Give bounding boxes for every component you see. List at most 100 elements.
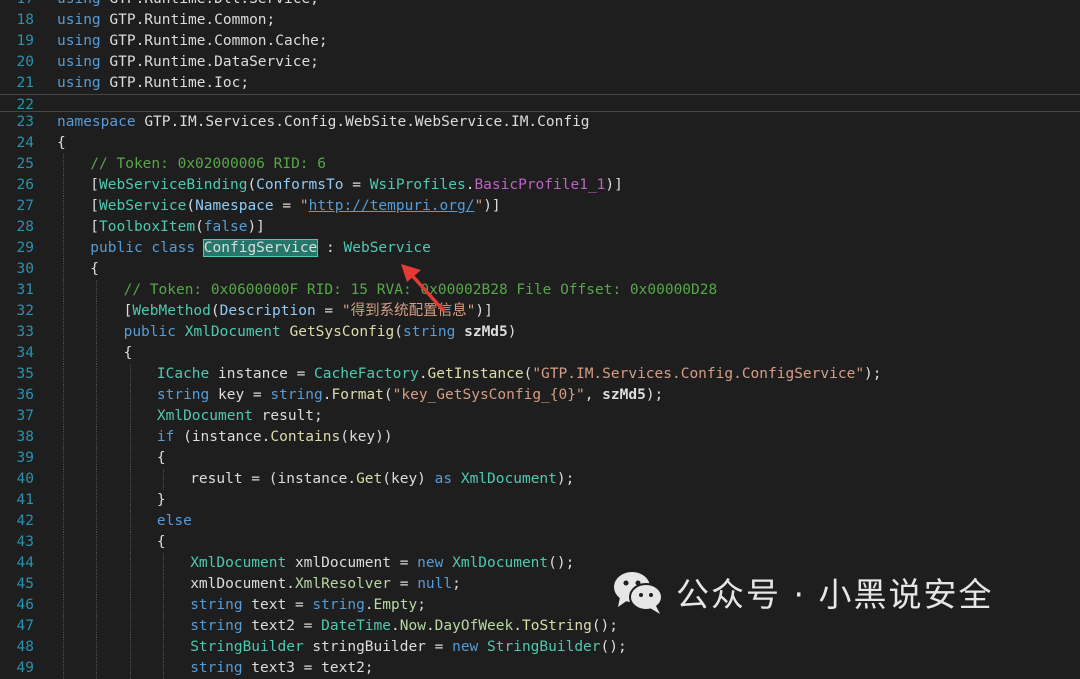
code-token: public (123, 324, 176, 340)
indent-guide (63, 490, 64, 511)
code-text: [ToolboxItem(false)] (90, 217, 265, 238)
indent-guide (129, 658, 131, 679)
code-token: GetInstance (427, 366, 524, 382)
code-line[interactable]: 48 StringBuilder stringBuilder = new Stri… (0, 637, 1080, 658)
red-arrow-icon (401, 264, 445, 312)
code-line[interactable]: 21 using GTP.Runtime.Ioc; (0, 73, 1080, 94)
code-line[interactable]: 18 using GTP.Runtime.Common; (0, 10, 1080, 31)
indent-guide (162, 595, 164, 616)
code-token: GTP.Runtime.Common; (109, 12, 276, 28)
code-token: szMd5 (602, 387, 646, 403)
code-token: string (190, 618, 243, 634)
code-token: CacheFactory (314, 366, 419, 382)
code-line[interactable]: 43 { (0, 532, 1080, 553)
code-line[interactable]: 47 string text2 = DateTime.Now.DayOfWeek.… (0, 616, 1080, 637)
code-token: ( (247, 177, 257, 193)
indent-guide (96, 637, 98, 658)
code-token: { (57, 135, 66, 151)
code-token: ConformsTo (256, 177, 344, 193)
code-line[interactable]: 38 if (instance.Contains(key)) (0, 427, 1080, 448)
code-text: { (90, 259, 99, 280)
indent-guide (96, 511, 98, 532)
code-token: (); (600, 639, 627, 655)
line-number: 37 (16, 408, 34, 424)
code-token: )] (475, 303, 493, 319)
indent-guide (63, 196, 64, 217)
indent-guide (96, 406, 98, 427)
code-token: Empty (373, 597, 418, 613)
code-line[interactable]: 40 result = (instance.Get(key) as XmlDocu… (0, 469, 1080, 490)
code-text: else (157, 511, 192, 532)
code-token: ); (556, 471, 575, 487)
code-line[interactable]: 20 using GTP.Runtime.DataService; (0, 52, 1080, 73)
line-number: 18 (16, 12, 34, 28)
indent-guide (129, 637, 131, 658)
code-line[interactable]: 31// Token: 0x0600000F RID: 15 RVA: 0x00… (0, 280, 1080, 301)
code-line[interactable]: 26 [WebServiceBinding(ConformsTo = WsiPro… (0, 175, 1080, 196)
code-token: GTP.Runtime.Common.Cache; (109, 33, 328, 49)
code-token: GTP.Runtime.Dll.Service; (109, 0, 319, 7)
code-line[interactable]: 33 public XmlDocument GetSysConfig(string… (0, 322, 1080, 343)
line-number: 45 (16, 576, 34, 592)
code-line[interactable]: 42 else (0, 511, 1080, 532)
code-token: StringBuilder (487, 639, 601, 655)
code-line[interactable]: 25 // Token: 0x02000006 RID: 6 (0, 154, 1080, 175)
code-line[interactable]: 27 [WebService(Namespace = "http://tempur… (0, 196, 1080, 217)
code-token: instance = (209, 366, 315, 382)
line-number: 20 (16, 54, 34, 70)
code-text: XmlDocument xmlDocument = new XmlDocumen… (190, 553, 574, 574)
code-line[interactable]: 36 string key = string.Format("key_GetSys… (0, 385, 1080, 406)
code-line[interactable]: 28 [ToolboxItem(false)] (0, 217, 1080, 238)
indent-guide (129, 427, 131, 448)
code-token: = (315, 303, 342, 319)
code-line[interactable]: 23 namespace GTP.IM.Services.Config.WebSi… (0, 112, 1080, 133)
line-number: 36 (16, 387, 34, 403)
code-line[interactable]: 24 { (0, 133, 1080, 154)
code-token: . (418, 366, 428, 382)
code-line[interactable]: 19 using GTP.Runtime.Common.Cache; (0, 31, 1080, 52)
code-line[interactable]: 22 (0, 94, 1080, 113)
code-token: . (364, 597, 374, 613)
code-line[interactable]: 49 string text3 = text2; (0, 658, 1080, 679)
code-token: WebServiceBinding (99, 177, 248, 193)
code-text: [WebServiceBinding(ConformsTo = WsiProfi… (90, 175, 623, 196)
watermark-text: 公众号 · 小黑说安全 (676, 575, 994, 614)
indent-guide (63, 532, 64, 553)
code-token: text2 = (242, 618, 322, 634)
code-line[interactable]: 17 using GTP.Runtime.Dll.Service; (0, 0, 1080, 10)
indent-guide (63, 616, 64, 637)
code-line[interactable]: 41} (0, 490, 1080, 511)
code-line[interactable]: 32 [WebMethod(Description = "得到系统配置信息")] (0, 301, 1080, 322)
indent-guide (63, 427, 64, 448)
code-text: StringBuilder stringBuilder = new String… (190, 637, 627, 658)
code-token: using (57, 75, 110, 91)
code-line[interactable]: 29 public class ConfigService : WebServic… (0, 238, 1080, 259)
code-token: DateTime (321, 618, 391, 634)
code-token: public class (90, 240, 204, 256)
code-token: . (425, 618, 435, 634)
code-token: { (90, 261, 100, 277)
indent-guide (63, 385, 64, 406)
code-line[interactable]: 34 { (0, 343, 1080, 364)
line-number: 19 (16, 33, 34, 49)
code-text: { (157, 532, 166, 553)
code-line[interactable]: 30 { (0, 259, 1080, 280)
line-number: 33 (16, 324, 34, 340)
code-text: // Token: 0x02000006 RID: 6 (90, 154, 326, 175)
code-token: [ (90, 219, 100, 235)
code-token: string (270, 387, 323, 403)
line-number: 39 (16, 450, 34, 466)
code-token: XmlDocument (156, 408, 253, 424)
line-number: 46 (16, 597, 34, 613)
code-text: { (124, 343, 133, 364)
code-token: ( (523, 366, 533, 382)
code-line[interactable]: 37 XmlDocument result; (0, 406, 1080, 427)
code-line[interactable]: 39 { (0, 448, 1080, 469)
indent-guide (96, 658, 98, 679)
code-token: string (156, 387, 210, 403)
code-line[interactable]: 35 ICache instance = CacheFactory.GetInst… (0, 364, 1080, 385)
indent-guide (162, 616, 164, 637)
code-token: DayOfWeek (434, 618, 514, 634)
line-number: 28 (16, 219, 34, 235)
indent-guide (63, 259, 64, 280)
